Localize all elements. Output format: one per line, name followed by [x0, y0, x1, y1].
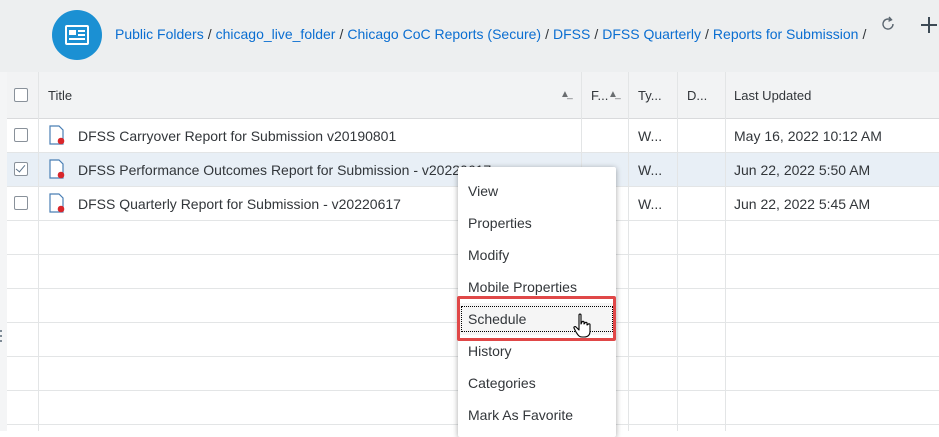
breadcrumb-separator: / — [705, 26, 709, 42]
breadcrumb-dfss-quarterly[interactable]: DFSS Quarterly — [602, 26, 701, 42]
breadcrumb-separator: / — [545, 26, 549, 42]
breadcrumb-dfss[interactable]: DFSS — [553, 26, 590, 42]
row-type: W... — [638, 161, 663, 178]
row-last-updated: May 16, 2022 10:12 AM — [734, 127, 882, 144]
webi-document-icon — [49, 159, 65, 179]
row-checkbox[interactable] — [14, 162, 28, 176]
column-header-last-updated[interactable]: Last Updated — [734, 72, 934, 118]
table-header: Title ▲̲ F... ▲̲ Ty... D... Last Updated — [7, 72, 939, 119]
left-panel-edge — [0, 72, 7, 431]
row-checkbox[interactable] — [14, 196, 28, 210]
refresh-button[interactable] — [878, 14, 904, 40]
breadcrumb: Public Folders / chicago_live_folder / Chica… — [115, 26, 870, 42]
column-divider — [38, 72, 39, 431]
add-icon — [921, 17, 937, 33]
webi-document-icon — [49, 193, 65, 213]
menu-item-categories[interactable]: Categories — [458, 367, 616, 399]
row-type: W... — [638, 127, 663, 144]
menu-item-view[interactable]: View — [458, 175, 616, 207]
breadcrumb-public-folders[interactable]: Public Folders — [115, 26, 204, 42]
page-header: Public Folders / chicago_live_folder / Chica… — [0, 0, 939, 72]
hand-cursor-icon — [573, 313, 591, 338]
menu-item-properties[interactable]: Properties — [458, 207, 616, 239]
breadcrumb-chicago-live-folder[interactable]: chicago_live_folder — [216, 26, 336, 42]
sort-icon[interactable]: ▲̲ — [608, 89, 618, 100]
column-divider — [725, 72, 726, 431]
menu-item-modify[interactable]: Modify — [458, 239, 616, 271]
menu-item-mark-as-favorite[interactable]: Mark As Favorite — [458, 399, 616, 431]
row-last-updated: Jun 22, 2022 5:50 AM — [734, 161, 871, 178]
select-all-checkbox[interactable] — [14, 88, 28, 102]
column-divider — [677, 72, 678, 431]
row-title[interactable]: DFSS Carryover Report for Submission v20… — [78, 119, 578, 152]
drag-handle-icon[interactable] — [0, 330, 4, 342]
webi-document-icon — [49, 125, 65, 145]
table-row[interactable]: DFSS Carryover Report for Submission v20… — [7, 119, 939, 153]
column-divider — [628, 72, 629, 431]
row-last-updated: Jun 22, 2022 5:45 AM — [734, 195, 871, 212]
column-header-title[interactable]: Title — [48, 72, 528, 118]
breadcrumb-chicago-coc-reports[interactable]: Chicago CoC Reports (Secure) — [347, 26, 541, 42]
refresh-icon — [882, 16, 894, 30]
folder-icon — [65, 25, 89, 45]
breadcrumb-separator: / — [207, 26, 212, 42]
column-header-d[interactable]: D... — [687, 72, 727, 118]
breadcrumb-separator: / — [339, 26, 344, 42]
breadcrumb-separator: / — [862, 26, 867, 42]
folder-badge — [52, 10, 102, 60]
column-header-type[interactable]: Ty... — [638, 72, 678, 118]
row-type: W... — [638, 195, 663, 212]
row-checkbox[interactable] — [14, 128, 28, 142]
breadcrumb-reports-for-submission[interactable]: Reports for Submission — [713, 26, 859, 42]
breadcrumb-separator: / — [594, 26, 599, 42]
add-button[interactable] — [918, 14, 939, 40]
sort-icon[interactable]: ▲̲ — [560, 89, 570, 100]
